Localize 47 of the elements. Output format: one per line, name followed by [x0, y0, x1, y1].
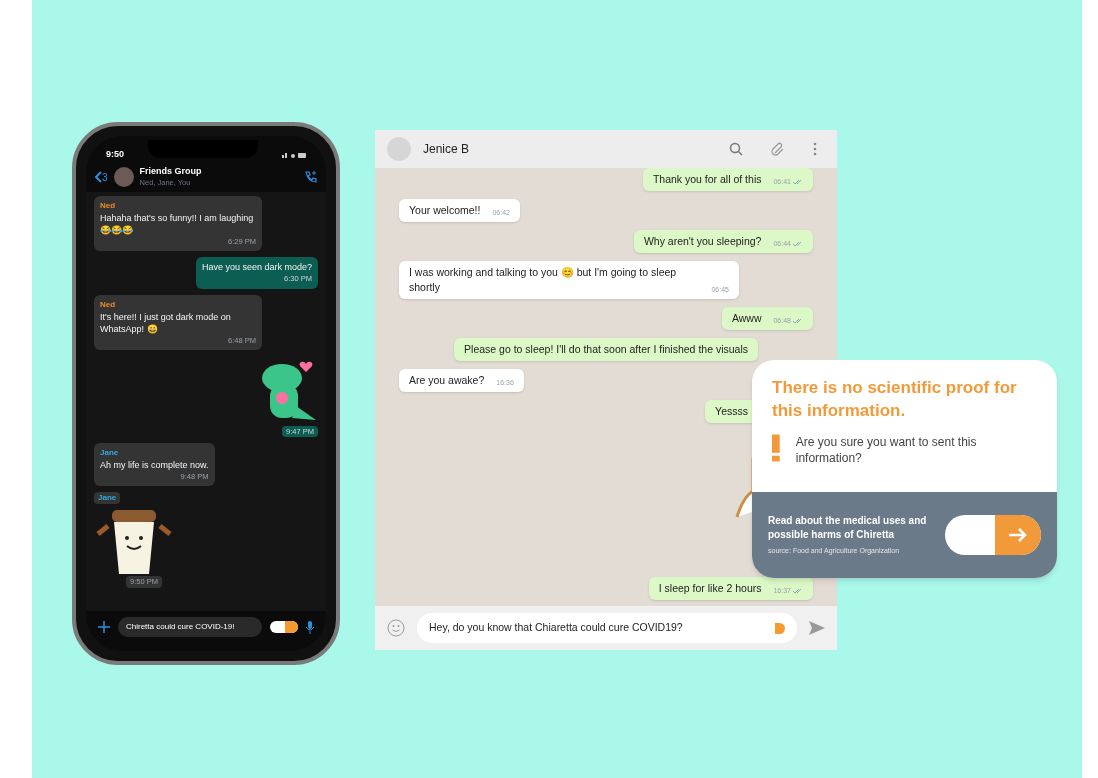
- message-text: Hahaha that's so funny!! I am laughing 😂😂😂: [100, 212, 255, 236]
- exclamation-icon: [772, 434, 780, 462]
- message-text: Ah my life is complete now.: [100, 459, 209, 471]
- message-text: Awww: [731, 311, 762, 326]
- message-text: Have you seen dark mode?: [201, 261, 312, 274]
- search-icon[interactable]: [729, 142, 743, 156]
- message-text: Your welcome!!: [409, 203, 481, 218]
- phone-call-icon[interactable]: [304, 170, 318, 184]
- plus-icon[interactable]: [98, 621, 110, 633]
- message-text: Please go to sleep! I'll do that soon after I finished the visuals: [464, 342, 748, 357]
- message-text: Thank you for all of this: [652, 172, 762, 187]
- group-avatar: [113, 167, 134, 187]
- message-input[interactable]: Chiretta could cure COVID-19!: [118, 617, 262, 637]
- message-text: Are you awake?: [409, 373, 485, 388]
- message-text: Yessss: [715, 404, 748, 419]
- smiley-icon[interactable]: [387, 619, 405, 637]
- microphone-icon[interactable]: [306, 620, 314, 634]
- message-text: Why aren't you sleeping?: [643, 234, 762, 249]
- contact-name: Jenice B: [423, 141, 471, 158]
- message-input[interactable]: Hey, do you know that Chiaretta could cure COVID19?: [417, 613, 797, 643]
- arrow-right-icon: [1009, 528, 1027, 542]
- info-link-text[interactable]: Read about the medical uses and possible harms of Chiretta: [768, 513, 937, 542]
- sender-name: Jane: [100, 447, 120, 459]
- sender-name: Jane: [94, 492, 121, 505]
- send-icon[interactable]: [809, 621, 825, 635]
- message-text: I was working and talking to you 😊 but I'm going to sleep shortly: [409, 265, 678, 295]
- status-icons: [282, 152, 306, 158]
- double-check-icon: [793, 587, 803, 594]
- message-text: I sleep for like 2 hours: [658, 581, 762, 596]
- paperclip-icon[interactable]: [771, 142, 785, 156]
- warning-question: Are you sure you want to sent this information?: [795, 434, 978, 466]
- chat-title: Friends Group: [139, 165, 203, 177]
- double-check-icon: [793, 240, 803, 247]
- input-text: Chiretta could cure COVID-19!: [126, 621, 236, 633]
- double-check-icon: [793, 178, 803, 185]
- read-more-button[interactable]: [945, 515, 1041, 555]
- sender-name: Ned: [100, 200, 117, 212]
- input-text: Hey, do you know that Chiaretta could cure COVID19?: [429, 620, 684, 636]
- double-check-icon: [793, 317, 803, 324]
- toggle-icon[interactable]: [270, 621, 298, 633]
- back-button[interactable]: 3: [94, 169, 108, 185]
- more-options-icon[interactable]: [813, 142, 817, 156]
- chevron-left-icon: [94, 171, 102, 183]
- sender-name: Ned: [100, 298, 117, 311]
- warning-title: There is no scientific proof for this information.: [772, 377, 1018, 422]
- message-text: It's here!! I just got dark mode on WhatsApp! 😄: [100, 310, 232, 335]
- status-time: 9:50: [106, 148, 124, 162]
